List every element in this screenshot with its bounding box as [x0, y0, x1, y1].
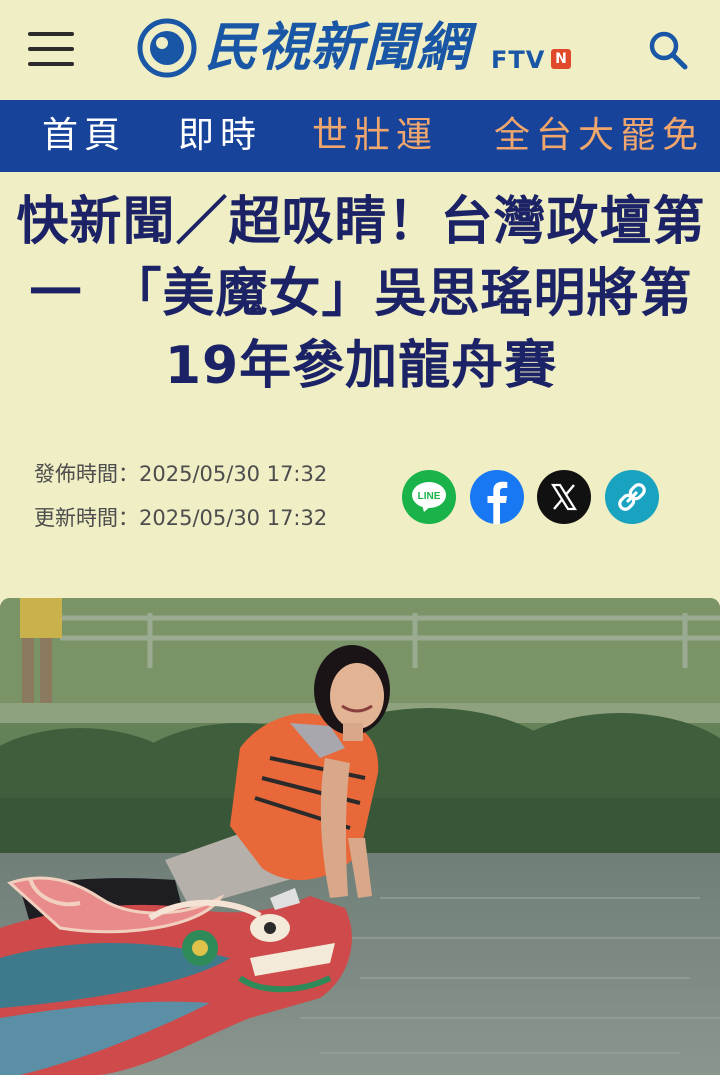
- facebook-icon: [470, 470, 524, 524]
- category-nav: 首頁 即時 世壯運 全台大罷免: [0, 100, 720, 172]
- brand-name: 民視新聞網: [205, 18, 471, 78]
- copy-link-button[interactable]: [605, 470, 659, 524]
- brand-badge: FTV: [491, 46, 546, 74]
- line-icon: LINE: [402, 470, 456, 524]
- brand-badge-n: N: [551, 49, 571, 69]
- nav-item-home[interactable]: 首頁: [42, 100, 126, 172]
- photo-illustration: [0, 598, 720, 1075]
- line-share-button[interactable]: LINE: [402, 470, 456, 524]
- facebook-share-button[interactable]: [470, 470, 524, 524]
- article-title: 快新聞／超吸睛！台灣政壇第一 「美魔女」吳思瑤明將第19年參加龍舟賽: [16, 192, 706, 396]
- published-time: 發佈時間：2025/05/30 17:32: [34, 452, 327, 496]
- line-icon-label: LINE: [418, 491, 441, 502]
- logo-eye-icon: [137, 18, 197, 78]
- article-meta: 發佈時間：2025/05/30 17:32 更新時間：2025/05/30 17…: [34, 452, 327, 540]
- published-label: 發佈時間：: [34, 462, 139, 486]
- top-bar: 民視新聞網 FTV N: [0, 0, 720, 100]
- updated-time: 更新時間：2025/05/30 17:32: [34, 496, 327, 540]
- hamburger-icon[interactable]: [28, 32, 74, 68]
- published-value: 2025/05/30 17:32: [139, 462, 328, 486]
- updated-value: 2025/05/30 17:32: [139, 506, 328, 530]
- nav-item-recall[interactable]: 全台大罷免: [494, 100, 704, 172]
- x-icon: [537, 470, 591, 524]
- article-photo[interactable]: [0, 598, 720, 1075]
- nav-item-realtime[interactable]: 即時: [178, 100, 262, 172]
- nav-item-world-masters-games[interactable]: 世壯運: [312, 100, 438, 172]
- updated-label: 更新時間：: [34, 506, 139, 530]
- link-icon: [605, 470, 659, 524]
- search-icon[interactable]: [646, 28, 690, 72]
- site-logo[interactable]: 民視新聞網 FTV N: [137, 16, 587, 84]
- x-share-button[interactable]: [537, 470, 591, 524]
